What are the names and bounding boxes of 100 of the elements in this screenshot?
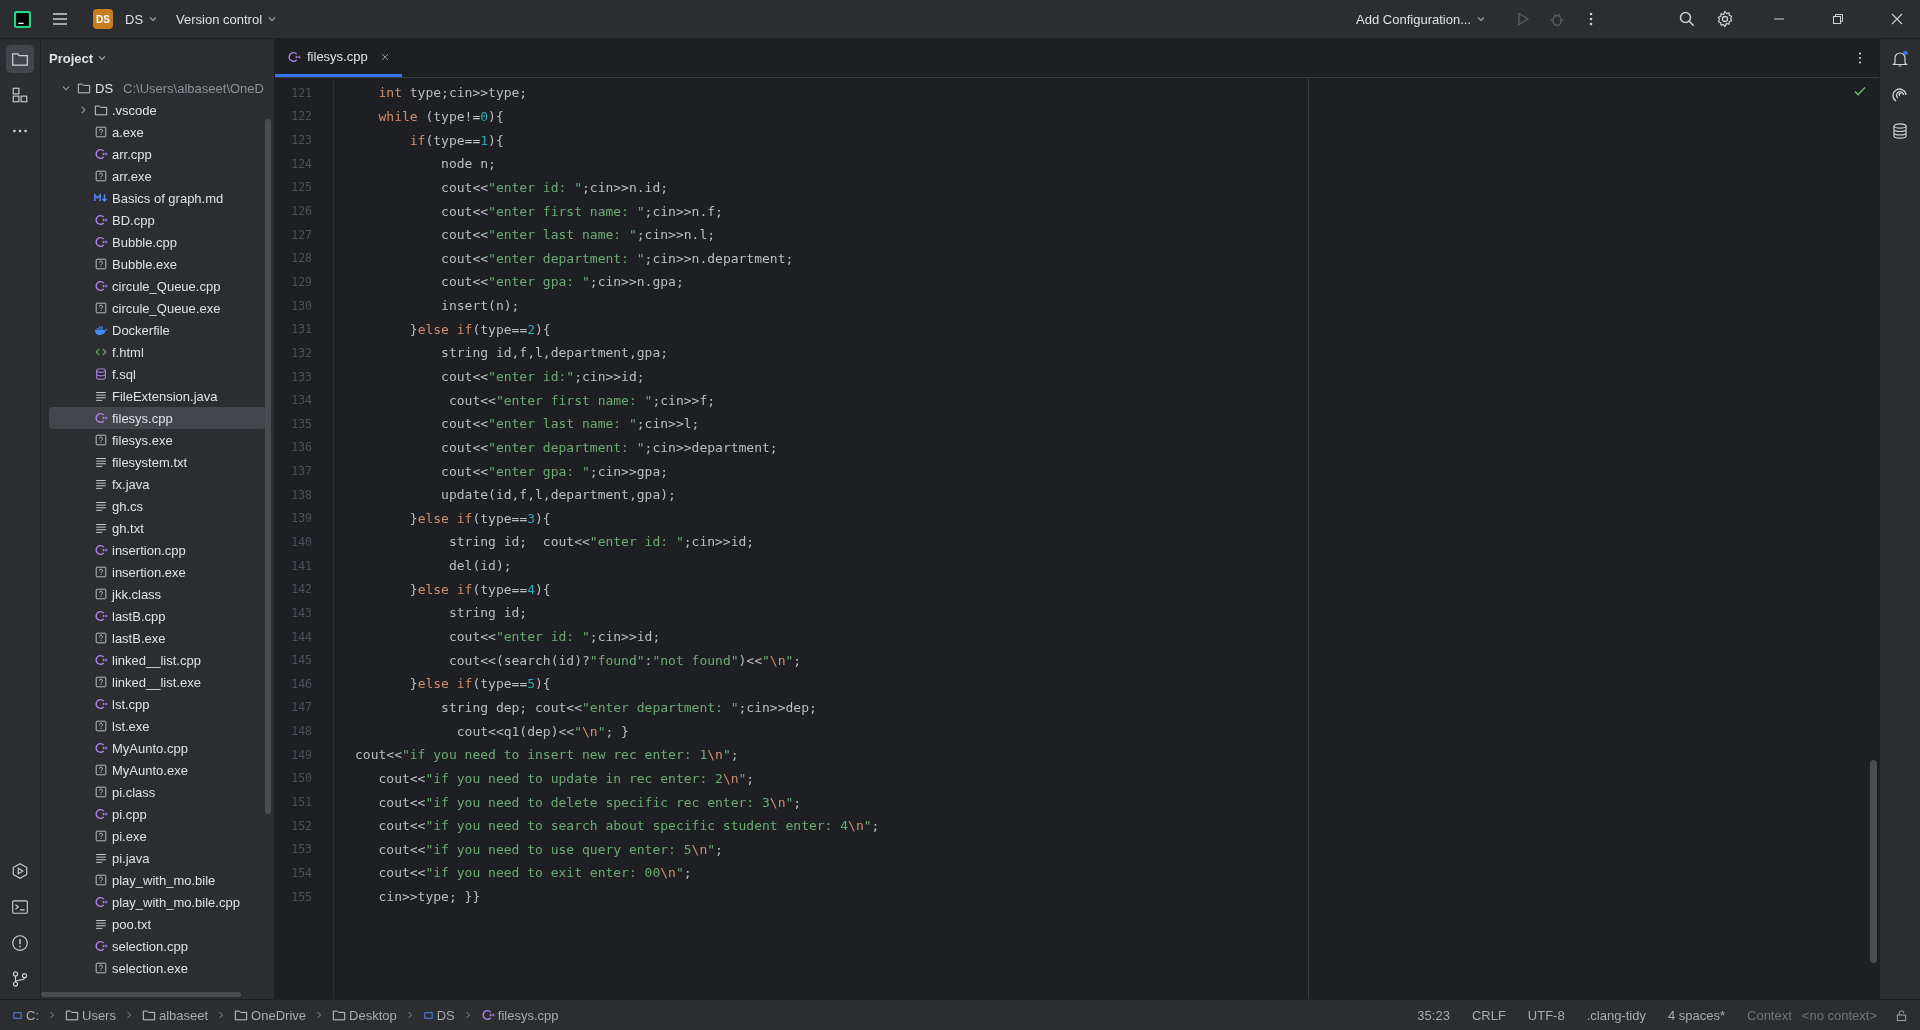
- tree-item[interactable]: lastB.exe: [49, 627, 266, 649]
- search-icon[interactable]: [1678, 10, 1696, 28]
- tree-item[interactable]: gh.cs: [49, 495, 266, 517]
- tree-item[interactable]: lastB.cpp: [49, 605, 266, 627]
- tree-item[interactable]: Bubble.cpp: [49, 231, 266, 253]
- tree-item[interactable]: MyAunto.exe: [49, 759, 266, 781]
- tree-item[interactable]: arr.cpp: [49, 143, 266, 165]
- scrollbar[interactable]: [41, 992, 241, 997]
- tree-item[interactable]: MyAunto.cpp: [49, 737, 266, 759]
- tree-item[interactable]: play_with_mo.bile.cpp: [49, 891, 266, 913]
- file-name: gh.cs: [112, 498, 144, 514]
- run-configuration-dropdown[interactable]: Add Configuration...: [1350, 7, 1492, 31]
- restore-icon[interactable]: [1832, 13, 1844, 25]
- tree-item[interactable]: insertion.exe: [49, 561, 266, 583]
- code-line: while (type!=0){: [377, 108, 504, 124]
- cpp-file-icon: [94, 807, 108, 821]
- code-line: string dep; cout<<"enter department: ";cin>>dep;: [440, 699, 817, 715]
- breadcrumb-item[interactable]: Desktop: [349, 1007, 397, 1023]
- checkmark-icon[interactable]: [1853, 84, 1867, 98]
- tree-item[interactable]: lst.cpp: [49, 693, 266, 715]
- close-icon[interactable]: [379, 51, 390, 62]
- file-name: selection.cpp: [112, 938, 188, 954]
- file-name: pi.cpp: [112, 806, 147, 822]
- project-switcher[interactable]: DS: [119, 7, 165, 31]
- tree-item[interactable]: pi.class: [49, 781, 266, 803]
- tree-item[interactable]: linked__list.exe: [49, 671, 266, 693]
- line-separator[interactable]: CRLF: [1471, 1007, 1506, 1023]
- file-name: lst.cpp: [112, 696, 150, 712]
- cpp-file-icon: [94, 653, 108, 667]
- tree-item[interactable]: arr.exe: [49, 165, 266, 187]
- tree-item[interactable]: pi.cpp: [49, 803, 266, 825]
- tree-item[interactable]: filesystem.txt: [49, 451, 266, 473]
- cpp-file-icon: [94, 411, 108, 425]
- lock-icon[interactable]: [1895, 1008, 1908, 1022]
- tree-item[interactable]: selection.cpp: [49, 935, 266, 957]
- tree-item[interactable]: f.html: [49, 341, 266, 363]
- close-icon[interactable]: [1891, 13, 1903, 25]
- context-label: Context: [1747, 1007, 1792, 1023]
- tree-item[interactable]: fx.java: [49, 473, 266, 495]
- tree-item[interactable]: jkk.class: [49, 583, 266, 605]
- code-line: cout<<"if you need to search about specific student enter: 4\n";: [377, 818, 880, 834]
- cpp-file-icon: [94, 279, 108, 293]
- tree-item[interactable]: circule_Queue.exe: [49, 297, 266, 319]
- settings-icon[interactable]: [1716, 10, 1734, 28]
- tree-item[interactable]: Bubble.exe: [49, 253, 266, 275]
- caret-icon: [1476, 14, 1486, 24]
- tree-item[interactable]: poo.txt: [49, 913, 266, 935]
- breadcrumb-item[interactable]: albaseet: [158, 1007, 209, 1023]
- project-folder-icon[interactable]: [6, 45, 34, 73]
- tree-item[interactable]: filesys.exe: [49, 429, 266, 451]
- caret-position[interactable]: 35:23: [1417, 1007, 1450, 1023]
- markdown-icon: [94, 191, 108, 205]
- scrollbar[interactable]: [265, 119, 271, 814]
- file-name: .vscode: [112, 102, 157, 118]
- folder-icon: [141, 1008, 156, 1022]
- version-control-dropdown[interactable]: Version control: [170, 7, 284, 31]
- unknown-file-icon: [94, 301, 108, 315]
- code-line: string id,f,l,department,gpa;: [440, 345, 669, 361]
- tree-item[interactable]: lst.exe: [49, 715, 266, 737]
- file-encoding[interactable]: UTF-8: [1527, 1007, 1565, 1023]
- code-line: cout<<"enter id: ";cin>>n.id;: [440, 179, 669, 195]
- tree-item[interactable]: gh.txt: [49, 517, 266, 539]
- tree-item[interactable]: circule_Queue.cpp: [49, 275, 266, 297]
- cpp-file-icon: [94, 741, 108, 755]
- text-file-icon: [94, 477, 108, 491]
- breadcrumb-item[interactable]: filesys.cpp: [497, 1007, 559, 1023]
- file-name: Basics of graph.md: [112, 190, 224, 206]
- code-line: del(id);: [447, 558, 512, 574]
- tree-item[interactable]: pi.java: [49, 847, 266, 869]
- unknown-file-icon: [94, 433, 108, 447]
- app-logo-icon[interactable]: [14, 10, 31, 28]
- tree-item[interactable]: Dockerfile: [49, 319, 266, 341]
- breadcrumb-item[interactable]: DS: [436, 1007, 455, 1023]
- tree-item[interactable]: linked__list.cpp: [49, 649, 266, 671]
- inspection-profile[interactable]: .clang-tidy: [1586, 1007, 1646, 1023]
- indent-setting[interactable]: 4 spaces*: [1667, 1007, 1725, 1023]
- breadcrumb-item[interactable]: OneDrive: [251, 1007, 307, 1023]
- tree-item[interactable]: FileExtension.java: [49, 385, 266, 407]
- tree-item[interactable]: play_with_mo.bile: [49, 869, 266, 891]
- folder-icon: [234, 1008, 249, 1022]
- scrollbar[interactable]: [1870, 760, 1877, 963]
- tree-item[interactable]: a.exe: [49, 121, 266, 143]
- project-view-dropdown[interactable]: Project: [49, 50, 108, 66]
- breadcrumb-item[interactable]: C:: [26, 1007, 39, 1023]
- tree-item[interactable]: f.sql: [49, 363, 266, 385]
- file-name: linked__list.exe: [112, 674, 201, 690]
- tree-item[interactable]: Basics of graph.md: [49, 187, 266, 209]
- tree-item[interactable]: filesys.cpp: [49, 407, 266, 429]
- file-name: fx.java: [112, 476, 150, 492]
- tree-item[interactable]: selection.exe: [49, 957, 266, 979]
- tree-item[interactable]: .vscode: [49, 99, 266, 121]
- editor-tab[interactable]: filesys.cpp: [275, 39, 402, 77]
- code-line: cout<<"enter last name: ";cin>>n.l;: [440, 227, 716, 243]
- tree-item[interactable]: insertion.cpp: [49, 539, 266, 561]
- tree-item[interactable]: DS C:\Users\albaseet\OneD: [49, 77, 266, 99]
- breadcrumb-item[interactable]: Users: [82, 1007, 116, 1023]
- tree-item[interactable]: pi.exe: [49, 825, 266, 847]
- tree-item[interactable]: BD.cpp: [49, 209, 266, 231]
- cpp-file-icon: [94, 895, 108, 909]
- menu-icon[interactable]: [51, 10, 69, 28]
